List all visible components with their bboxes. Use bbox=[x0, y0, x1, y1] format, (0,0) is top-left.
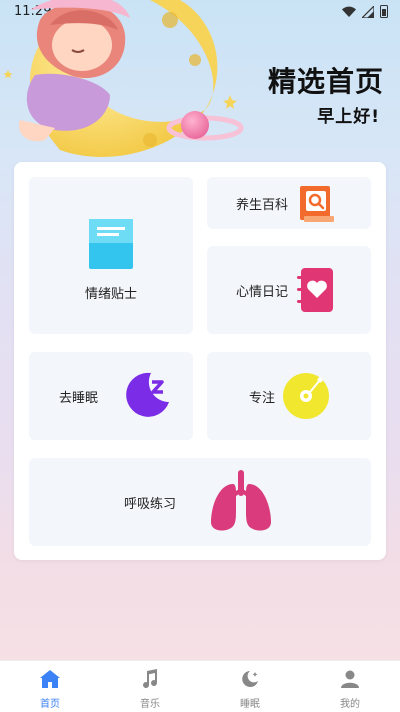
moon-zz-icon bbox=[126, 372, 169, 417]
nav-home-label: 首页 bbox=[40, 699, 60, 710]
wifi-icon bbox=[342, 6, 356, 17]
focus-label: 专注 bbox=[249, 391, 276, 406]
heart-notebook-icon bbox=[297, 268, 333, 312]
go-sleep-card[interactable]: 去睡眠 bbox=[29, 352, 193, 440]
nav-music[interactable]: 音乐 bbox=[100, 661, 200, 712]
disc-icon bbox=[283, 373, 329, 419]
music-note-icon bbox=[139, 668, 161, 690]
sleeping-girl-moon-illustration bbox=[3, 0, 244, 157]
battery-icon bbox=[380, 5, 388, 18]
lungs-icon bbox=[211, 470, 271, 531]
breathing-practice-card[interactable]: 呼吸练习 bbox=[29, 458, 371, 546]
notepad-icon bbox=[89, 219, 133, 269]
nav-music-label: 音乐 bbox=[140, 699, 160, 710]
moon-star-icon bbox=[239, 668, 261, 690]
nav-sleep[interactable]: 睡眠 bbox=[200, 661, 300, 712]
focus-card[interactable]: 专注 bbox=[207, 352, 371, 440]
greeting-text: 早上好! bbox=[317, 107, 380, 127]
health-encyclopedia-label: 养生百科 bbox=[236, 198, 289, 213]
go-sleep-label: 去睡眠 bbox=[59, 391, 99, 406]
status-icons bbox=[342, 5, 388, 18]
feature-panel: 情绪贴士 养生百科 心情日记 去睡眠 专注 呼吸练习 bbox=[14, 162, 386, 560]
emotion-tips-label: 情绪贴士 bbox=[84, 287, 137, 302]
nav-sleep-label: 睡眠 bbox=[240, 699, 260, 710]
search-book-icon bbox=[300, 186, 334, 222]
home-icon bbox=[39, 668, 61, 690]
nav-mine-label: 我的 bbox=[340, 699, 360, 710]
bottom-navigation: 首页 音乐 睡眠 我的 bbox=[0, 660, 400, 712]
emotion-tips-card[interactable]: 情绪贴士 bbox=[29, 177, 193, 334]
page-title: 精选首页 bbox=[267, 65, 384, 98]
mood-diary-card[interactable]: 心情日记 bbox=[207, 246, 371, 334]
user-icon bbox=[339, 668, 361, 690]
nav-mine[interactable]: 我的 bbox=[300, 661, 400, 712]
health-encyclopedia-card[interactable]: 养生百科 bbox=[207, 177, 371, 229]
nav-home[interactable]: 首页 bbox=[0, 661, 100, 712]
signal-icon bbox=[362, 5, 374, 18]
mood-diary-label: 心情日记 bbox=[236, 285, 289, 300]
breathing-practice-label: 呼吸练习 bbox=[124, 497, 177, 512]
